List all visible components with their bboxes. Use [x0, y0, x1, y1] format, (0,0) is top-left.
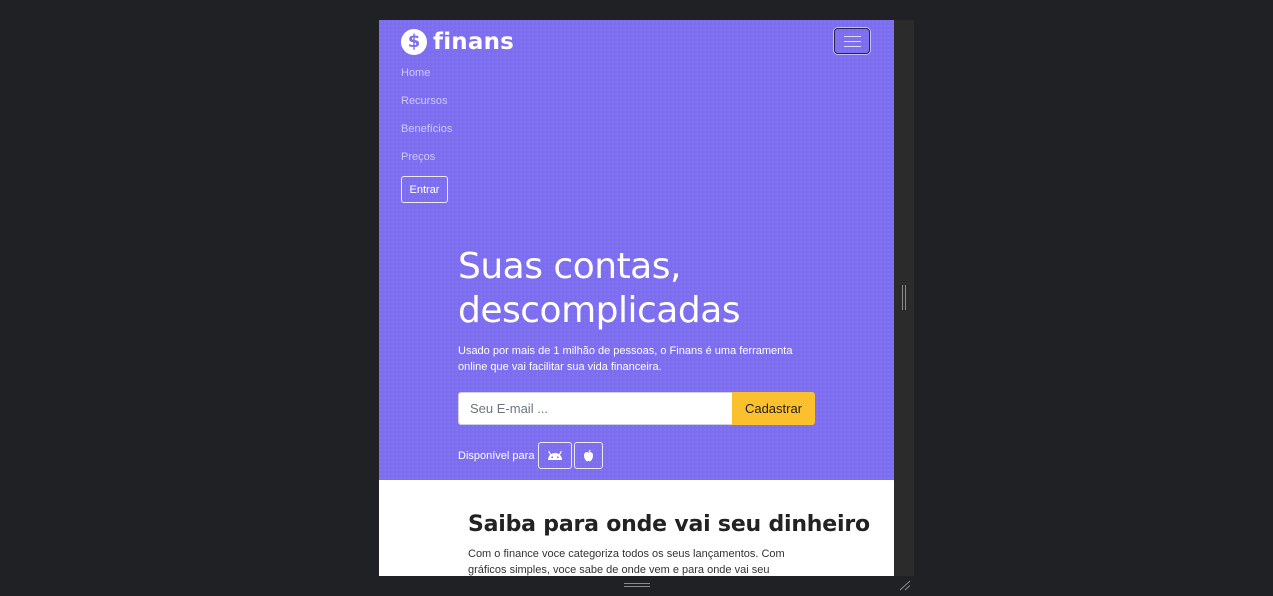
login-button[interactable]: Entrar [401, 176, 448, 203]
corner-resize-handle[interactable] [897, 578, 911, 591]
horizontal-resize-handle[interactable] [624, 582, 650, 590]
page-viewport: $ finans Home Recursos Benefícios Preços… [379, 20, 894, 576]
hero-headline-line1: Suas contas, [458, 246, 681, 287]
brand-name: finans [433, 29, 515, 55]
apple-icon [584, 449, 594, 462]
vertical-resize-handle[interactable] [901, 285, 907, 310]
features-text: Com o finance voce categoriza todos os s… [468, 548, 785, 576]
resize-grip-icon [899, 580, 911, 591]
apple-download-button[interactable] [574, 442, 604, 469]
navbar-toggle-button[interactable] [834, 28, 870, 54]
email-input[interactable] [458, 392, 732, 425]
hero-headline: Suas contas, descomplicadas [458, 245, 858, 333]
available-platforms: Disponível para [458, 442, 605, 469]
dollar-coin-icon: $ [401, 29, 427, 55]
features-title: Saiba para onde vai seu dinheiro [468, 512, 870, 537]
signup-button[interactable]: Cadastrar [732, 392, 815, 425]
nav-item-home[interactable]: Home [401, 66, 452, 94]
nav-item-beneficios[interactable]: Benefícios [401, 122, 452, 150]
hero-headline-line2: descomplicadas [458, 290, 741, 331]
android-icon [548, 450, 563, 460]
android-download-button[interactable] [538, 442, 573, 469]
brand-link[interactable]: $ finans [401, 29, 514, 55]
hero-subtitle: Usado por mais de 1 milhão de pessoas, o… [458, 345, 793, 373]
nav-item-recursos[interactable]: Recursos [401, 94, 452, 122]
nav-item-precos[interactable]: Preços [401, 150, 452, 178]
available-label: Disponível para [458, 449, 535, 462]
hero-section: $ finans Home Recursos Benefícios Preços… [379, 20, 894, 480]
signup-form: Cadastrar [458, 392, 815, 425]
features-section: Saiba para onde vai seu dinheiro Com o f… [379, 480, 894, 576]
nav-menu: Home Recursos Benefícios Preços [401, 66, 452, 178]
